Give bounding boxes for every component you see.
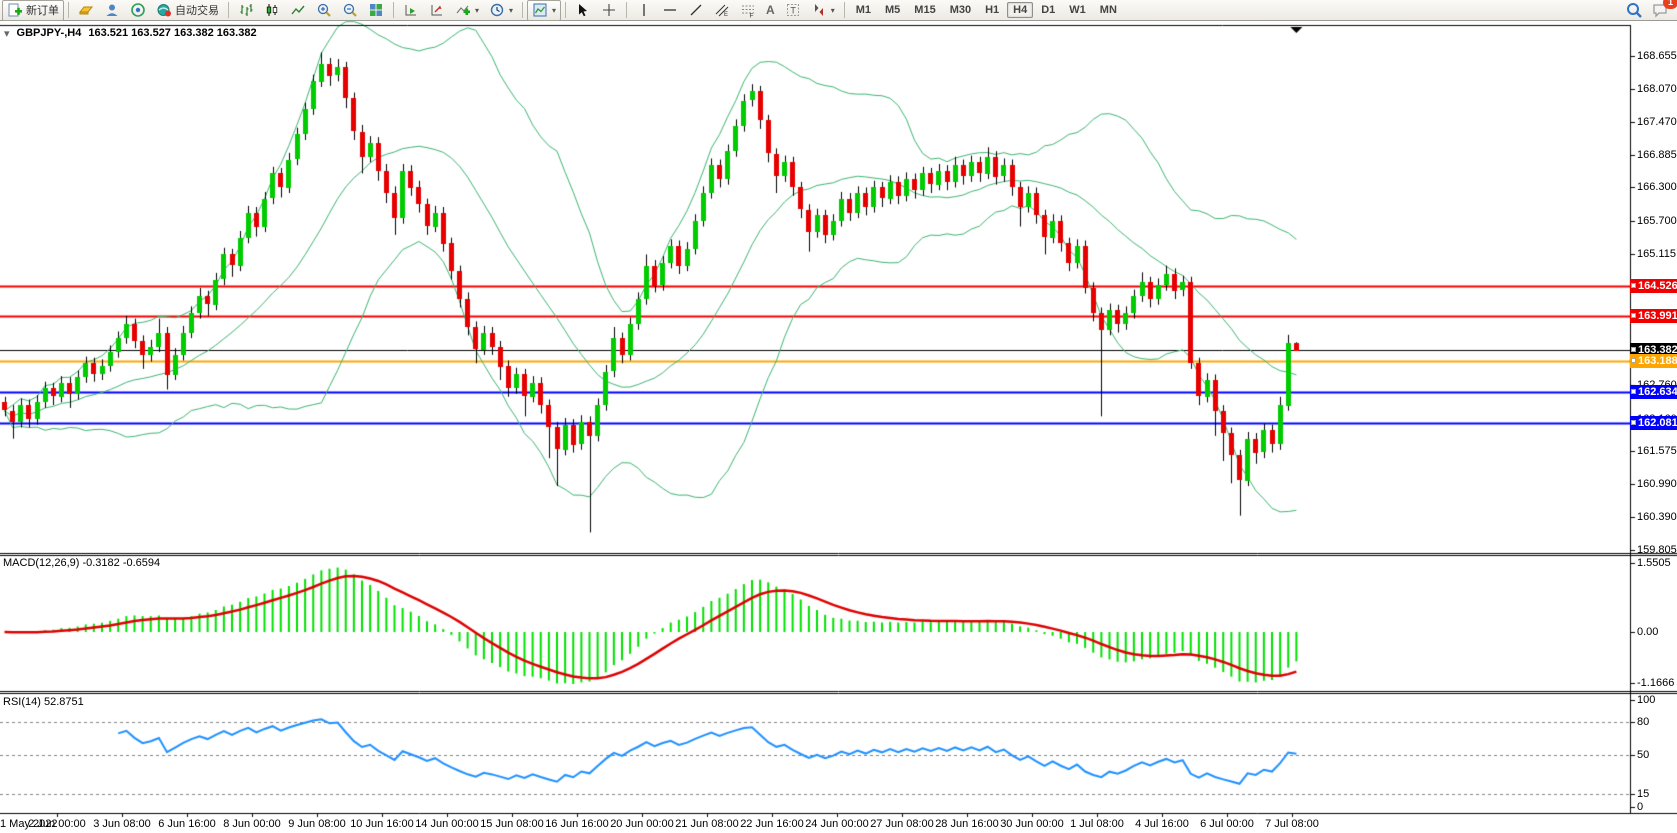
price-axis-tick: 165.115: [1637, 248, 1676, 260]
macd-axis-tick: 0.00: [1637, 626, 1658, 638]
date-axis-label: 28 Jun 16:00: [935, 818, 999, 830]
date-axis-label: 7 Jul 08:00: [1265, 818, 1319, 830]
price-axis-tick: 161.575: [1637, 445, 1677, 457]
price-axis-tick: 165.700: [1637, 215, 1677, 227]
price-line-label: 163.188: [1630, 354, 1677, 368]
chart-title-row: ▾ GBPJPY-,H4 163.521 163.527 163.382 163…: [4, 27, 257, 40]
macd-indicator-label: MACD(12,26,9) -0.3182 -0.6594: [3, 557, 160, 569]
price-axis-tick: 160.390: [1637, 511, 1677, 523]
date-axis-label: 6 Jul 00:00: [1200, 818, 1254, 830]
date-axis-label: 2 Jun 00:00: [28, 818, 86, 830]
price-axis-tick: 166.300: [1637, 181, 1677, 193]
price-line-label: 164.526: [1630, 279, 1677, 293]
rsi-axis-tick: 15: [1637, 788, 1649, 800]
line-handle-icon[interactable]: [1631, 389, 1636, 394]
date-axis-label: 10 Jun 16:00: [350, 818, 414, 830]
rsi-axis-tick: 0: [1637, 801, 1643, 813]
date-axis-label: 3 Jun 08:00: [93, 818, 151, 830]
date-axis-label: 1 Jul 08:00: [1070, 818, 1124, 830]
date-axis-label: 30 Jun 00:00: [1000, 818, 1064, 830]
rsi-axis-tick: 50: [1637, 749, 1649, 761]
date-axis-label: 14 Jun 00:00: [415, 818, 479, 830]
mt4-terminal-window: { "toolbar": { "new_order": "新订单", "auto…: [0, 0, 1677, 833]
rsi-indicator-label: RSI(14) 52.8751: [3, 696, 84, 708]
price-axis-tick: 160.990: [1637, 478, 1677, 490]
price-axis-tick: 168.655: [1637, 50, 1677, 62]
price-line-label: 163.991: [1630, 309, 1677, 323]
date-axis-label: 27 Jun 08:00: [870, 818, 934, 830]
window-menu-icon: ▾: [4, 27, 10, 40]
rsi-axis-tick: 80: [1637, 716, 1649, 728]
line-handle-icon[interactable]: [1631, 420, 1636, 425]
price-line-label: 162.081: [1630, 416, 1677, 430]
line-handle-icon[interactable]: [1631, 358, 1636, 363]
date-axis-label: 24 Jun 00:00: [805, 818, 869, 830]
line-handle-icon[interactable]: [1631, 283, 1636, 288]
date-axis-label: 9 Jun 08:00: [288, 818, 346, 830]
line-handle-icon[interactable]: [1631, 313, 1636, 318]
price-axis-tick: 166.885: [1637, 149, 1677, 161]
date-axis-label: 6 Jun 16:00: [158, 818, 216, 830]
date-axis-label: 22 Jun 16:00: [740, 818, 804, 830]
date-axis-label: 15 Jun 08:00: [480, 818, 544, 830]
macd-axis-tick: -1.1666: [1637, 677, 1674, 689]
chart-symbol-title: GBPJPY-,H4: [17, 27, 82, 40]
date-axis-label: 21 Jun 08:00: [675, 818, 739, 830]
date-axis-label: 8 Jun 00:00: [223, 818, 281, 830]
date-axis-label: 16 Jun 16:00: [545, 818, 609, 830]
chart-canvas[interactable]: [0, 0, 1677, 833]
date-axis-label: 4 Jul 16:00: [1135, 818, 1189, 830]
price-line-label: 162.634: [1630, 385, 1677, 399]
price-axis-tick: 167.470: [1637, 116, 1677, 128]
date-axis-label: 20 Jun 00:00: [610, 818, 674, 830]
rsi-axis-tick: 100: [1637, 694, 1655, 706]
price-axis-tick: 168.070: [1637, 83, 1677, 95]
price-axis-tick: 159.805: [1637, 544, 1677, 556]
macd-axis-tick: 1.5505: [1637, 557, 1671, 569]
line-handle-icon[interactable]: [1631, 347, 1636, 352]
chart-ohlc-values: 163.521 163.527 163.382 163.382: [88, 27, 256, 40]
